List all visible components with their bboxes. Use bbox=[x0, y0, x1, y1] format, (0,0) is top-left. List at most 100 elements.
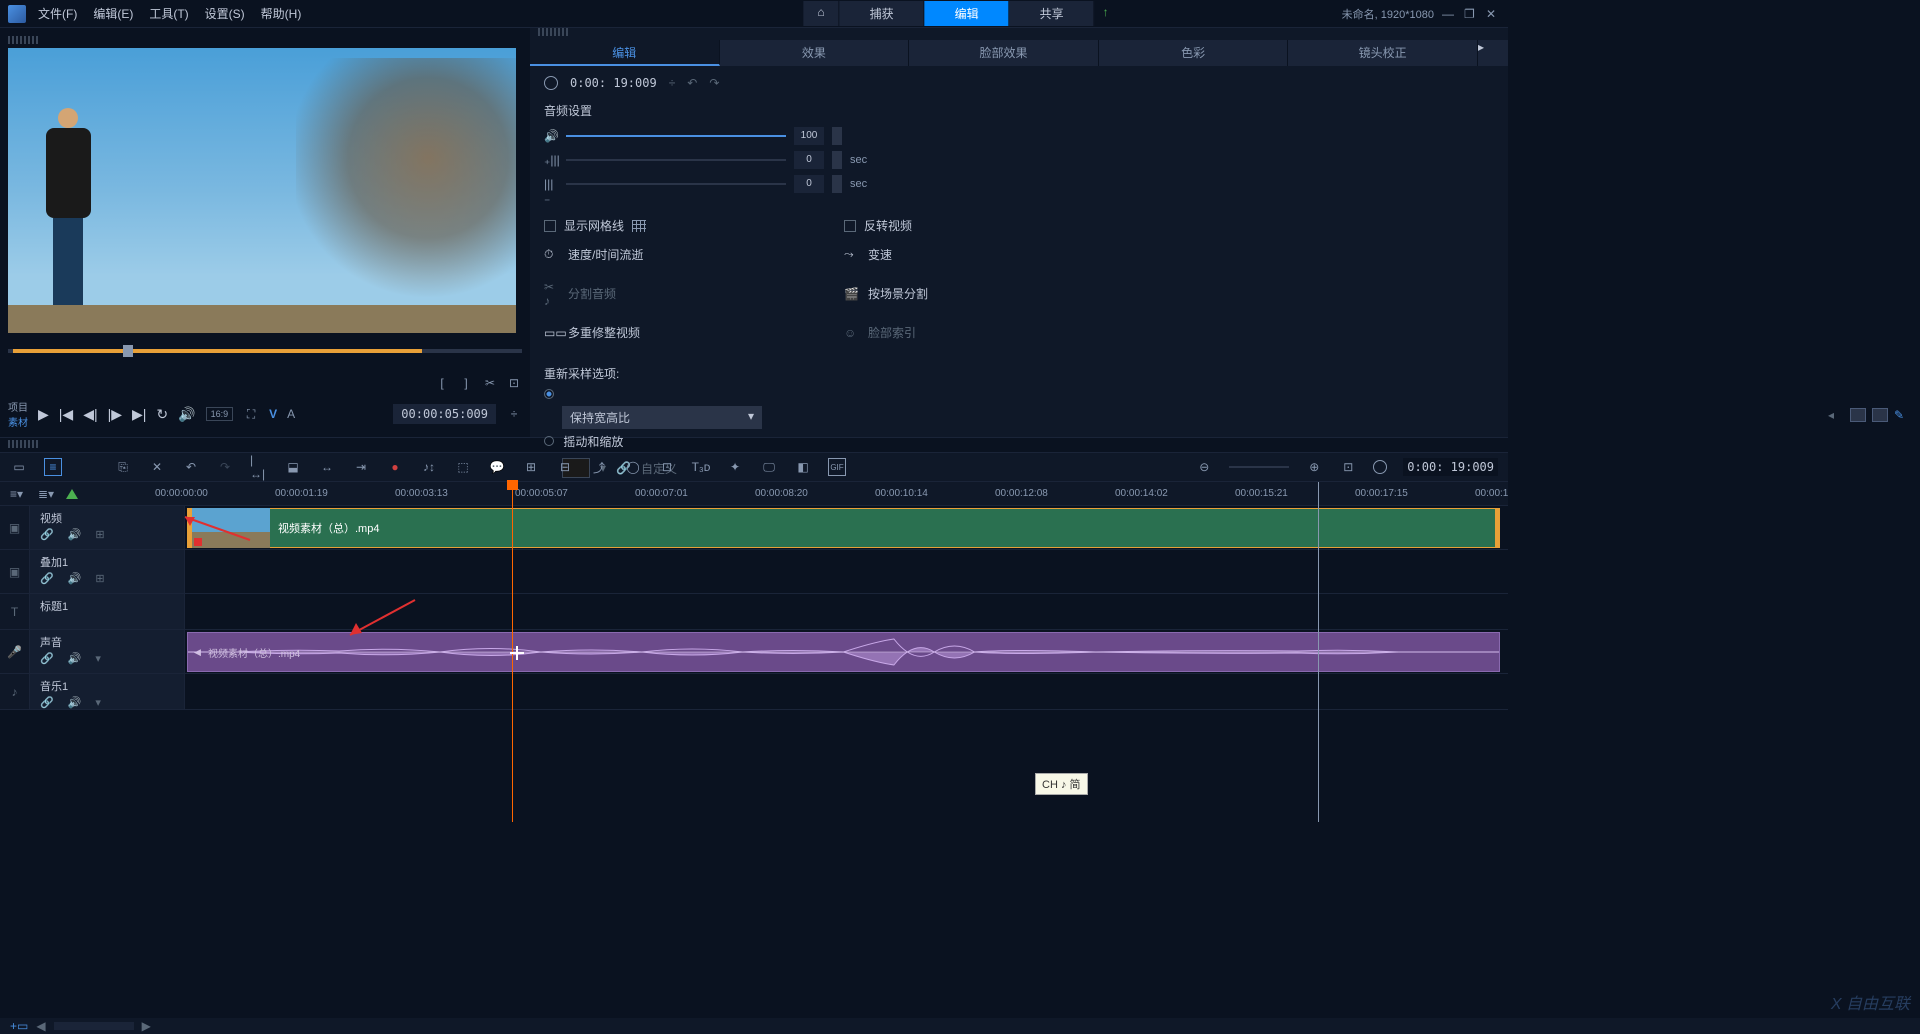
menu-file[interactable]: 文件(F) bbox=[38, 5, 77, 22]
add-marker-icon[interactable] bbox=[66, 489, 78, 499]
mute-icon[interactable]: 🔊 bbox=[68, 528, 82, 541]
v-toggle[interactable]: V bbox=[269, 407, 277, 421]
scroll-left-icon[interactable]: ◀ bbox=[36, 1019, 45, 1033]
mute-icon[interactable]: 🔊 bbox=[68, 652, 82, 665]
aspect-dropdown[interactable]: 保持宽高比 ▾ bbox=[562, 406, 762, 429]
mute-icon[interactable]: 🔊 bbox=[68, 696, 82, 709]
scroll-right-icon[interactable]: ▶ bbox=[142, 1019, 151, 1033]
preview-viewport[interactable] bbox=[8, 48, 516, 333]
layout-icon[interactable] bbox=[1850, 408, 1866, 422]
fit-icon[interactable]: ⊡ bbox=[1339, 458, 1357, 476]
mixer-icon[interactable]: ♪↕ bbox=[420, 458, 438, 476]
mark-in-icon[interactable]: [ bbox=[434, 375, 450, 391]
marker-line[interactable] bbox=[1318, 482, 1319, 822]
play-button[interactable]: ▶ bbox=[38, 406, 49, 423]
tab-capture[interactable]: 捕获 bbox=[840, 1, 925, 26]
tools-icon[interactable]: ✕ bbox=[148, 458, 166, 476]
keep-aspect-radio[interactable] bbox=[544, 388, 1494, 402]
link-icon[interactable]: 🔗 bbox=[40, 652, 54, 665]
clip-duration[interactable]: 0:00: 19:009 bbox=[570, 76, 657, 90]
mask-icon[interactable]: ◯ bbox=[624, 458, 642, 476]
next-frame-icon[interactable]: |▶ bbox=[108, 406, 122, 423]
video-clip[interactable]: 视频素材（总）.mp4 bbox=[187, 508, 1500, 548]
timeline-view-icon[interactable]: ≡ bbox=[44, 458, 62, 476]
redo-icon[interactable]: ↷ bbox=[709, 76, 719, 90]
playback-timecode[interactable]: 00:00:05:009 bbox=[393, 404, 496, 424]
link-icon[interactable]: 🔗 bbox=[40, 696, 54, 709]
music-track-icon[interactable]: ♪ bbox=[0, 674, 30, 709]
expand-icon[interactable]: ▾ bbox=[95, 652, 101, 665]
track-motion-icon[interactable]: ⤴ bbox=[590, 458, 608, 476]
track-content[interactable]: 视频素材（总）.mp4 bbox=[185, 506, 1508, 549]
overlay-track-icon[interactable]: ▣ bbox=[0, 550, 30, 593]
menu-settings[interactable]: 设置(S) bbox=[205, 5, 245, 22]
volume-value[interactable]: 100 bbox=[794, 127, 824, 145]
spinner-icon[interactable] bbox=[832, 175, 842, 193]
panel-grip-icon[interactable] bbox=[538, 28, 568, 36]
track-content[interactable] bbox=[185, 594, 1508, 629]
zoom-slider[interactable] bbox=[1229, 466, 1289, 468]
prop-tab-effect[interactable]: 效果 bbox=[720, 40, 910, 66]
track-header[interactable]: 声音 🔗🔊▾ bbox=[30, 630, 185, 673]
variable-speed-button[interactable]: ⤳ 变速 bbox=[844, 246, 1094, 263]
playhead[interactable] bbox=[512, 482, 513, 822]
reverse-video-option[interactable]: 反转视频 bbox=[844, 217, 1094, 234]
clip-handle-right[interactable] bbox=[1495, 509, 1499, 547]
ripple-icon[interactable]: |↔| bbox=[250, 458, 268, 476]
prop-tab-edit[interactable]: 编辑 bbox=[530, 40, 720, 66]
expand-icon[interactable]: ⛶ bbox=[243, 406, 259, 422]
aspect-button[interactable]: 16:9 bbox=[206, 407, 234, 421]
add-track-icon[interactable]: +▭ bbox=[10, 1019, 28, 1033]
options-icon[interactable]: ⊡ bbox=[506, 375, 522, 391]
horizontal-scrollbar[interactable] bbox=[54, 1022, 134, 1030]
split-scene-button[interactable]: 🎬 按场景分割 bbox=[844, 285, 1094, 302]
track-options-icon[interactable]: ≡▾ bbox=[10, 487, 26, 501]
cut-icon[interactable]: ✂ bbox=[482, 375, 498, 391]
tab-edit[interactable]: 编辑 bbox=[925, 1, 1010, 26]
playback-mode[interactable]: 项目 素材 bbox=[8, 399, 28, 429]
track-header[interactable]: 叠加1 🔗🔊⊞ bbox=[30, 550, 185, 593]
track-header[interactable]: 视频 🔗🔊⊞ bbox=[30, 506, 185, 549]
spinner-icon[interactable] bbox=[832, 151, 842, 169]
voice-track-icon[interactable]: 🎤 bbox=[0, 630, 30, 673]
prop-tab-face[interactable]: 脸部效果 bbox=[909, 40, 1099, 66]
fadeout-slider[interactable] bbox=[566, 183, 786, 185]
a-toggle[interactable]: A bbox=[287, 407, 295, 421]
show-grid-option[interactable]: 显示网格线 bbox=[544, 217, 794, 234]
track-content[interactable] bbox=[185, 550, 1508, 593]
lock-icon[interactable]: ⊞ bbox=[95, 572, 104, 585]
go-end-icon[interactable]: ▶| bbox=[132, 406, 146, 423]
edit-icon[interactable]: ✎ bbox=[1894, 408, 1910, 422]
close-icon[interactable]: ✕ bbox=[1486, 7, 1500, 21]
video-track-icon[interactable]: ▣ bbox=[0, 506, 30, 549]
tab-share[interactable]: 共享 bbox=[1010, 1, 1095, 26]
track-list-icon[interactable]: ≣▾ bbox=[38, 487, 54, 501]
track-content[interactable]: ◀ 视频素材（总）.mp4 bbox=[185, 630, 1508, 673]
preview-scrubber[interactable] bbox=[8, 349, 522, 369]
chapter-icon[interactable]: ⬚ bbox=[454, 458, 472, 476]
grid-icon[interactable] bbox=[632, 220, 646, 232]
zoom-in-icon[interactable]: ⊕ bbox=[1305, 458, 1323, 476]
time-ruler[interactable]: 00:00:00:00 00:00:01:19 00:00:03:13 00:0… bbox=[155, 482, 1508, 505]
slide-icon[interactable]: ⇥ bbox=[352, 458, 370, 476]
marker-icon[interactable]: ⬓ bbox=[284, 458, 302, 476]
timeline-timecode[interactable]: 0:00: 19:009 bbox=[1403, 458, 1498, 476]
undo-icon[interactable]: ↶ bbox=[182, 458, 200, 476]
title-track-icon[interactable]: T bbox=[0, 594, 30, 629]
record-icon[interactable]: ● bbox=[386, 458, 404, 476]
track-header[interactable]: 标题1 bbox=[30, 594, 185, 629]
redo-icon[interactable]: ↷ bbox=[216, 458, 234, 476]
mark-out-icon[interactable]: ] bbox=[458, 375, 474, 391]
speed-time-button[interactable]: ⏱ 速度/时间流逝 bbox=[544, 246, 794, 263]
panel-grip-icon[interactable] bbox=[8, 36, 38, 44]
minimize-icon[interactable]: — bbox=[1442, 7, 1456, 21]
menu-help[interactable]: 帮助(H) bbox=[261, 5, 302, 22]
maximize-icon[interactable]: ❐ bbox=[1464, 7, 1478, 21]
timecode-spinner-icon[interactable]: ÷ bbox=[506, 406, 522, 422]
upload-icon[interactable]: ↑ bbox=[1095, 1, 1117, 26]
link-icon[interactable]: 🔗 bbox=[40, 528, 54, 541]
menu-edit[interactable]: 编辑(E) bbox=[93, 5, 133, 22]
fadein-value[interactable]: 0 bbox=[794, 151, 824, 169]
screen-cap-icon[interactable]: 🖵 bbox=[760, 458, 778, 476]
spinner-icon[interactable] bbox=[832, 127, 842, 145]
